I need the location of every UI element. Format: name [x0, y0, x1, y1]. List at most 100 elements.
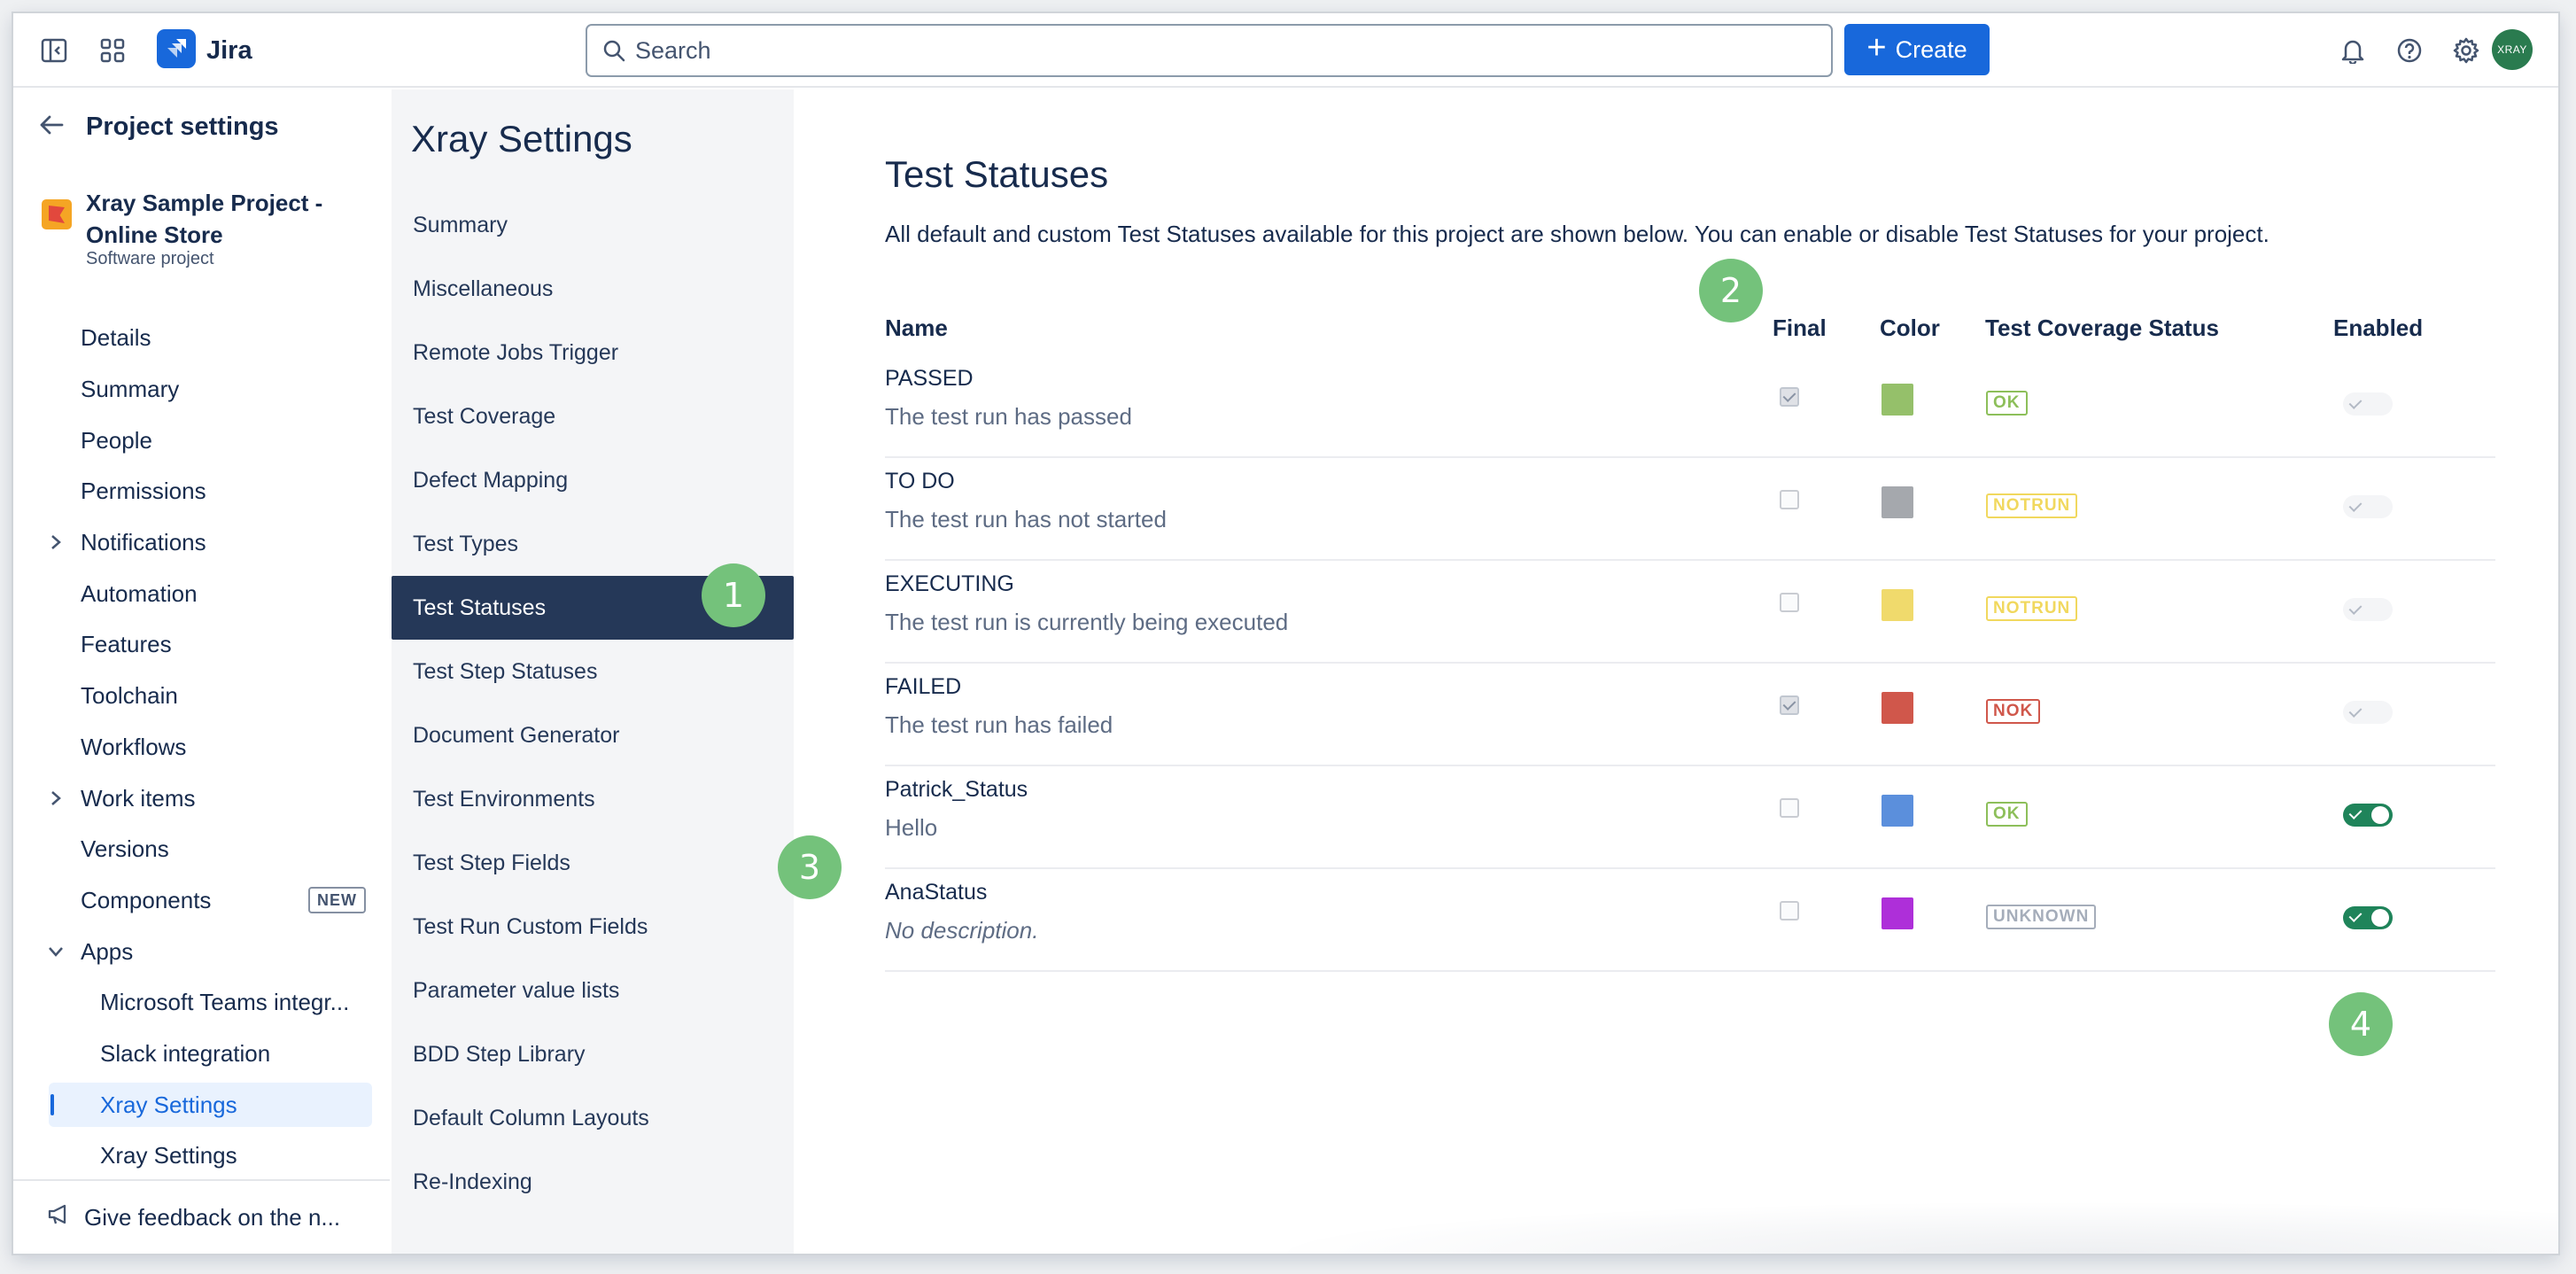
- status-color-swatch: [1882, 897, 1913, 929]
- check-icon: [2348, 602, 2363, 615]
- enabled-toggle: [2343, 598, 2393, 621]
- check-icon: [2348, 396, 2363, 409]
- xray-menu-test-step-fields[interactable]: Test Step Fields: [392, 831, 794, 895]
- sidebar-item-work-items[interactable]: Work items: [81, 776, 196, 820]
- status-name: TO DO: [885, 469, 955, 493]
- column-header-color: Color: [1880, 315, 1940, 341]
- status-name: FAILED: [885, 674, 962, 699]
- column-header-final: Final: [1773, 315, 1827, 341]
- xray-menu-bdd-step-library[interactable]: BDD Step Library: [392, 1022, 794, 1086]
- sidebar-item-notifications[interactable]: Notifications: [81, 520, 206, 564]
- status-color-swatch: [1882, 486, 1913, 518]
- status-description: The test run has failed: [885, 711, 1113, 738]
- create-button-label: Create: [1895, 35, 1967, 63]
- xray-menu-document-generator[interactable]: Document Generator: [392, 703, 794, 767]
- enabled-toggle: [2343, 701, 2393, 724]
- xray-menu-parameter-value-lists[interactable]: Parameter value lists: [392, 959, 794, 1022]
- coverage-status-lozenge: NOTRUN: [1986, 596, 2078, 621]
- table-row: PASSED The test run has passed OK: [885, 355, 2495, 458]
- status-description: The test run has not started: [885, 506, 1167, 532]
- project-type: Software project: [86, 249, 214, 268]
- table-row: AnaStatus No description. UNKNOWN: [885, 869, 2495, 972]
- sidebar-item-summary[interactable]: Summary: [81, 367, 179, 411]
- sidebar-item-toolchain[interactable]: Toolchain: [81, 673, 178, 718]
- project-icon: [42, 199, 72, 229]
- table-row: FAILED The test run has failed NOK: [885, 664, 2495, 766]
- megaphone-icon: [47, 1203, 72, 1232]
- final-checkbox: [1780, 593, 1799, 612]
- notifications-bell-icon[interactable]: [2335, 33, 2370, 68]
- jira-logo-icon[interactable]: [157, 29, 196, 68]
- app-switcher-icon[interactable]: [95, 33, 130, 68]
- column-header-name: Name: [885, 315, 948, 341]
- xray-menu-summary[interactable]: Summary: [392, 193, 794, 257]
- xray-settings-menu: Xray Settings Summary Miscellaneous Remo…: [392, 89, 794, 1254]
- sidebar-item-apps[interactable]: Apps: [81, 929, 133, 974]
- sidebar-item-permissions[interactable]: Permissions: [81, 469, 206, 513]
- app-name[interactable]: Jira: [206, 33, 252, 68]
- xray-menu-remote-jobs-trigger[interactable]: Remote Jobs Trigger: [392, 321, 794, 385]
- sidebar-item-slack[interactable]: Slack integration: [100, 1031, 270, 1076]
- back-arrow-icon[interactable]: [38, 113, 65, 141]
- status-description: Hello: [885, 814, 938, 841]
- xray-menu-re-indexing[interactable]: Re-Indexing: [392, 1150, 794, 1214]
- status-color-swatch: [1882, 384, 1913, 416]
- xray-settings-title: Xray Settings: [411, 118, 632, 159]
- bottom-shadow: [1256, 1200, 2558, 1254]
- sidebar-item-automation[interactable]: Automation: [81, 571, 198, 616]
- sidebar-item-features[interactable]: Features: [81, 622, 172, 666]
- sidebar-title: Project settings: [86, 113, 279, 141]
- feedback-label: Give feedback on the n...: [84, 1203, 341, 1231]
- sidebar-item-xray-settings[interactable]: Xray Settings: [100, 1133, 237, 1177]
- sidebar-item-components[interactable]: Components: [81, 878, 211, 922]
- top-navigation-bar: Jira + Create XRAY: [13, 13, 2558, 88]
- sidebar-toggle-icon[interactable]: [36, 33, 72, 68]
- new-badge: NEW: [308, 887, 366, 913]
- xray-menu-test-step-statuses[interactable]: Test Step Statuses: [392, 640, 794, 703]
- xray-menu-default-column-layouts[interactable]: Default Column Layouts: [392, 1086, 794, 1150]
- give-feedback-button[interactable]: Give feedback on the n...: [13, 1179, 390, 1254]
- column-header-coverage-status: Test Coverage Status: [1985, 315, 2219, 341]
- status-description: No description.: [885, 917, 1039, 944]
- xray-menu-defect-mapping[interactable]: Defect Mapping: [392, 448, 794, 512]
- chevron-right-icon[interactable]: [45, 776, 66, 820]
- create-button[interactable]: + Create: [1844, 24, 1990, 75]
- sidebar-item-details[interactable]: Details: [81, 315, 151, 360]
- sidebar-item-microsoft-teams[interactable]: Microsoft Teams integr...: [100, 980, 349, 1024]
- chevron-right-icon[interactable]: [45, 520, 66, 564]
- search-input[interactable]: [635, 31, 1804, 70]
- plus-icon: +: [1866, 29, 1887, 66]
- help-icon[interactable]: [2392, 33, 2427, 68]
- final-checkbox: [1780, 695, 1799, 715]
- status-color-swatch: [1882, 589, 1913, 621]
- settings-gear-icon[interactable]: [2448, 33, 2484, 68]
- annotation-marker-1: 1: [702, 563, 765, 627]
- sidebar-item-people[interactable]: People: [81, 418, 152, 462]
- status-name: PASSED: [885, 366, 974, 391]
- check-icon: [2348, 909, 2363, 922]
- final-checkbox: [1780, 798, 1799, 818]
- page-description: All default and custom Test Statuses ava…: [885, 221, 2270, 247]
- user-avatar[interactable]: XRAY: [2492, 29, 2533, 70]
- xray-menu-miscellaneous[interactable]: Miscellaneous: [392, 257, 794, 321]
- xray-menu-test-run-custom-fields[interactable]: Test Run Custom Fields: [392, 895, 794, 959]
- search-icon: [601, 38, 626, 67]
- sidebar-header[interactable]: Project settings: [38, 113, 279, 142]
- coverage-status-lozenge: NOTRUN: [1986, 493, 2078, 518]
- enabled-toggle[interactable]: [2343, 906, 2393, 929]
- sidebar-item-versions[interactable]: Versions: [81, 827, 169, 871]
- coverage-status-lozenge: UNKNOWN: [1986, 905, 2097, 929]
- sidebar-item-workflows[interactable]: Workflows: [81, 725, 186, 769]
- sidebar-item-xray-settings-active[interactable]: Xray Settings: [49, 1083, 372, 1127]
- enabled-toggle[interactable]: [2343, 804, 2393, 827]
- status-name: EXECUTING: [885, 571, 1014, 596]
- status-color-swatch: [1882, 692, 1913, 724]
- status-description: The test run has passed: [885, 403, 1132, 430]
- status-name: Patrick_Status: [885, 777, 1028, 802]
- xray-menu-test-environments[interactable]: Test Environments: [392, 767, 794, 831]
- search-box[interactable]: [586, 24, 1833, 77]
- chevron-down-icon[interactable]: [45, 929, 66, 974]
- project-sidebar: Project settings Xray Sample Project - O…: [13, 89, 390, 1254]
- project-name[interactable]: Xray Sample Project - Online Store: [86, 187, 369, 251]
- xray-menu-test-coverage[interactable]: Test Coverage: [392, 385, 794, 448]
